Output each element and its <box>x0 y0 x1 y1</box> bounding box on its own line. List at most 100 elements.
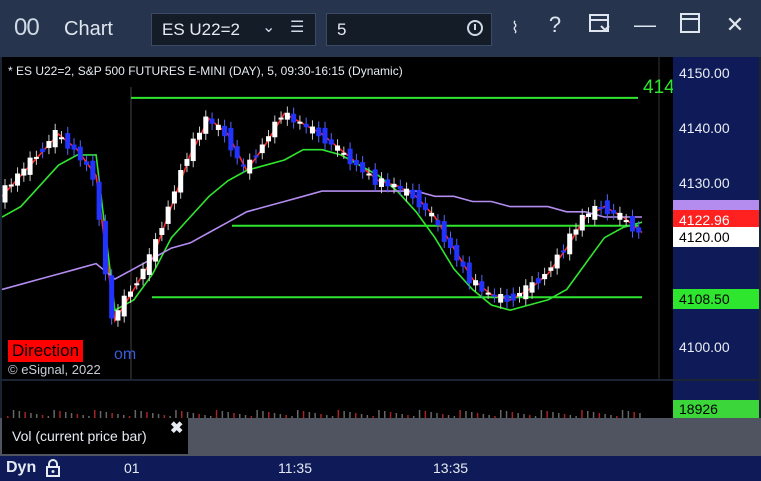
close-study-icon[interactable]: ✖ <box>170 418 183 438</box>
candle-body <box>203 116 209 134</box>
volume-bar <box>627 411 630 418</box>
candle-body <box>127 291 133 297</box>
candle-body <box>259 144 265 154</box>
volume-pane[interactable] <box>2 381 673 418</box>
volume-bar <box>181 411 183 418</box>
app-icon[interactable]: 00 <box>14 14 40 42</box>
candle-body <box>560 250 566 253</box>
candle-body <box>146 254 152 275</box>
candle-body <box>234 146 240 159</box>
candle-body <box>159 228 165 235</box>
menu-icon[interactable]: ☰ <box>290 17 304 37</box>
candle-body <box>410 189 416 199</box>
volume-bar <box>424 411 427 418</box>
candle-body <box>2 185 8 203</box>
volume-bar <box>262 411 264 418</box>
clock-icon[interactable] <box>467 20 483 36</box>
candle-body <box>102 220 108 275</box>
volume-bar <box>221 411 224 418</box>
candle-body <box>460 261 466 267</box>
candle-body <box>328 139 334 145</box>
candle-body <box>21 168 27 176</box>
lock-icon[interactable] <box>44 458 62 478</box>
volume-bar <box>343 411 345 418</box>
candle-body <box>535 278 541 284</box>
save-layout-icon[interactable] <box>585 12 615 42</box>
candle-body <box>153 239 159 262</box>
candle-body <box>554 254 560 269</box>
candle-body <box>253 155 259 158</box>
candle-body <box>391 183 397 188</box>
volume-bar <box>302 411 305 418</box>
time-label-1335: 13:35 <box>433 460 469 476</box>
candle-body <box>209 118 215 124</box>
candle-body <box>366 173 372 176</box>
study-label: Vol (current price bar) <box>12 428 147 444</box>
maximize-icon[interactable] <box>675 12 705 40</box>
candle-body <box>240 164 246 167</box>
candle-body <box>579 214 585 231</box>
chevron-down-icon[interactable]: ⌄ <box>262 17 275 37</box>
price-label-4130: 4130.00 <box>679 175 730 191</box>
volume-bar <box>378 410 380 418</box>
candle-body <box>27 157 33 175</box>
volume-bar <box>53 410 55 418</box>
candle-body <box>77 146 83 161</box>
volume-bar <box>140 411 142 418</box>
level-line-label: 414 <box>643 77 675 98</box>
volume-bar <box>500 410 502 418</box>
volume-bar <box>175 410 177 418</box>
candle-body <box>473 280 479 286</box>
minimize-icon[interactable]: — <box>630 12 660 38</box>
volume-bar <box>587 411 589 418</box>
candle-body <box>529 282 535 293</box>
candle-body <box>247 159 253 174</box>
candle-body <box>617 212 623 220</box>
candle-body <box>347 148 353 165</box>
volume-bar <box>59 411 61 418</box>
candle-body <box>504 295 510 302</box>
candle-body <box>335 145 341 151</box>
price-chart[interactable]: * ES U22=2, S&P 500 FUTURES E-MINI (DAY)… <box>2 57 675 379</box>
candle-body <box>215 124 221 130</box>
volume-bar <box>459 410 461 418</box>
volume-bar <box>94 410 96 418</box>
candle-body <box>341 152 347 155</box>
time-axis[interactable]: Dyn 01 11:35 13:35 <box>0 456 761 481</box>
candle-body <box>447 237 453 249</box>
price-axis[interactable]: 4150.00 4140.00 4130.00 4100.00 4122.96 … <box>673 57 759 379</box>
dyn-mode-label[interactable]: Dyn <box>6 459 36 477</box>
volume-bar <box>581 410 583 418</box>
close-icon[interactable]: ✕ <box>720 12 750 38</box>
candle-body <box>171 191 177 204</box>
interval-input[interactable]: 5 <box>326 13 492 46</box>
candle-body <box>184 159 190 166</box>
candle-body <box>52 130 58 148</box>
last-price-tag: 4120.00 <box>673 227 759 247</box>
candle-body <box>297 121 303 124</box>
candle-body <box>397 185 403 190</box>
volume-axis: 18926 <box>673 381 759 418</box>
volume-bar <box>546 411 548 418</box>
volume-bar <box>465 411 467 418</box>
candle-body <box>567 233 573 255</box>
candle-body <box>523 285 529 300</box>
level-price-tag: 4108.50 <box>673 289 759 309</box>
candle-body <box>322 127 328 144</box>
candle-body <box>491 294 497 297</box>
draw-icon[interactable]: ⌇ <box>500 18 530 38</box>
candle-body <box>228 127 234 151</box>
candle-body <box>422 203 428 211</box>
candle-body <box>435 220 441 226</box>
study-label-box[interactable]: Vol (current price bar) ✖ <box>2 418 188 454</box>
candle-body <box>96 181 102 220</box>
window-title: Chart <box>64 18 113 40</box>
candle-body <box>15 173 21 186</box>
direction-label[interactable]: Direction <box>8 340 84 362</box>
help-icon[interactable]: ? <box>540 12 570 38</box>
candle-body <box>416 190 422 208</box>
candle-body <box>441 221 447 242</box>
symbol-input[interactable]: ES U22=2 ⌄ ☰ <box>151 13 316 46</box>
candle-body <box>385 179 391 187</box>
candle-body <box>46 141 52 148</box>
